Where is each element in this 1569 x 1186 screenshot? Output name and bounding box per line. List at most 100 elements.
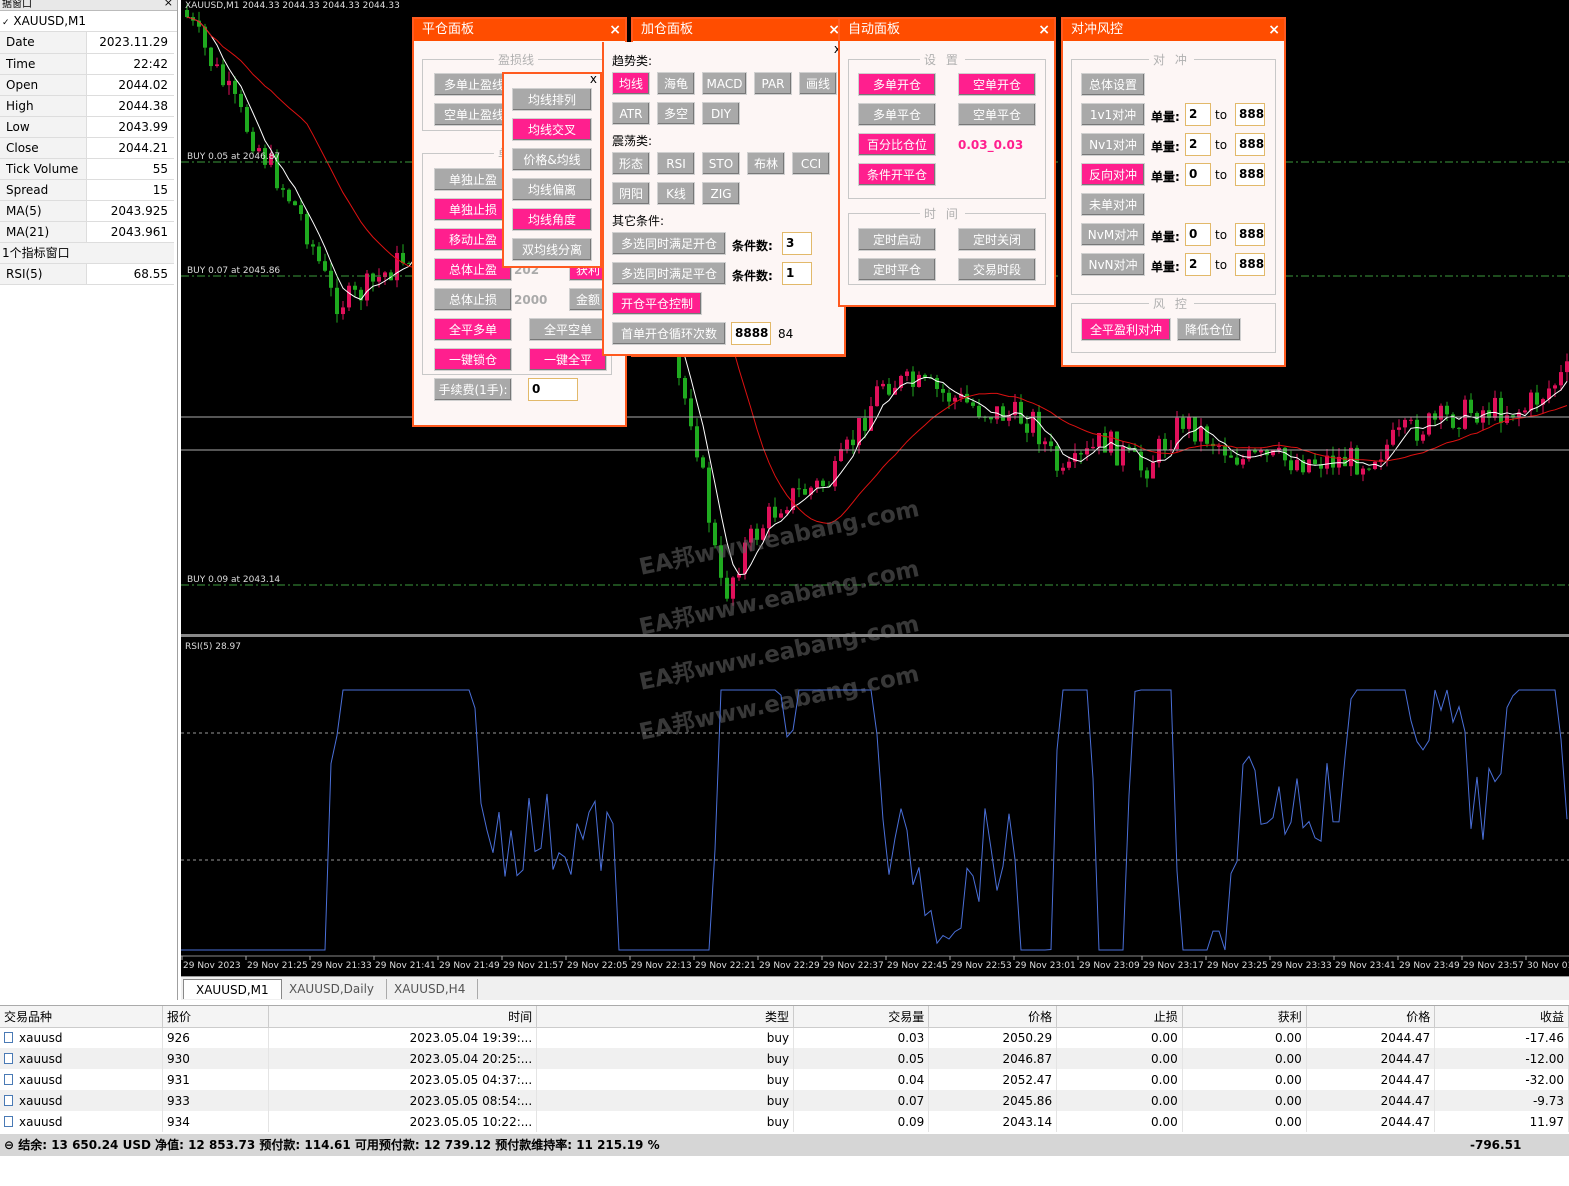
close-icon[interactable]: x <box>590 72 597 86</box>
position-row[interactable]: xauusd 933 2023.05.05 08:54:... buy 0.07 2045… <box>0 1090 1569 1111</box>
osc-yinyang-button[interactable]: 阴阳 <box>612 182 650 205</box>
osc-rsi-button[interactable]: RSI <box>657 152 695 175</box>
data-window-title-bar[interactable]: 据窗口 × <box>0 0 177 11</box>
osc-kline-button[interactable]: K线 <box>657 182 695 205</box>
qty-input[interactable]: 0 <box>1185 223 1211 246</box>
qty-input[interactable]: 2 <box>1185 253 1211 276</box>
price-ma-button[interactable]: 价格&均线 <box>512 148 592 171</box>
to-input[interactable]: 888 <box>1235 223 1265 246</box>
hedge-mode-button[interactable]: NvN对冲 <box>1081 253 1145 276</box>
tab-xauusd-m1[interactable]: XAUUSD,M1 <box>183 979 282 999</box>
to-input[interactable]: 888 <box>1235 103 1265 126</box>
hedge-mode-button[interactable]: NvM对冲 <box>1081 223 1145 246</box>
close-panel-header[interactable]: 平仓面板 × <box>414 19 625 41</box>
osc-bollinger-button[interactable]: 布林 <box>747 152 785 175</box>
column-header[interactable]: 价格 <box>1306 1006 1436 1028</box>
close-icon[interactable]: × <box>609 19 621 41</box>
total-sl-button[interactable]: 总体止损 <box>434 288 512 311</box>
column-header[interactable]: 时间 <box>268 1006 538 1028</box>
auto-short-close-button[interactable]: 空单平仓 <box>958 103 1036 126</box>
trend-atr-button[interactable]: ATR <box>612 102 650 125</box>
reduce-position-button[interactable]: 降低仓位 <box>1177 318 1241 341</box>
column-header[interactable]: 交易品种 <box>0 1006 164 1028</box>
hedge-mode-button[interactable]: 1v1对冲 <box>1081 103 1145 126</box>
auto-long-close-button[interactable]: 多单平仓 <box>858 103 936 126</box>
trend-ma-button[interactable]: 均线 <box>612 72 650 95</box>
ma-cross-button[interactable]: 均线交叉 <box>512 118 592 141</box>
column-header[interactable]: 类型 <box>536 1006 795 1028</box>
total-sl-value[interactable]: 2000 <box>514 293 547 307</box>
timed-shutdown-button[interactable]: 定时关闭 <box>958 228 1036 251</box>
trading-session-button[interactable]: 交易时段 <box>958 258 1036 281</box>
trend-turtle-button[interactable]: 海龟 <box>657 72 695 95</box>
trend-macd-button[interactable]: MACD <box>702 72 747 95</box>
auto-long-open-button[interactable]: 多单开仓 <box>858 73 936 96</box>
timed-close-button[interactable]: 定时平仓 <box>858 258 936 281</box>
column-header[interactable]: 交易量 <box>793 1006 930 1028</box>
fee-label-button[interactable]: 手续费(1手): <box>434 378 512 401</box>
column-header[interactable]: 报价 <box>162 1006 270 1028</box>
hedge-panel-header[interactable]: 对冲风控 × <box>1063 19 1284 41</box>
percent-position-button[interactable]: 百分比仓位 <box>858 133 936 156</box>
close-profit-hedge-button[interactable]: 全平盈利对冲 <box>1081 318 1171 341</box>
dual-ma-separation-button[interactable]: 双均线分离 <box>512 238 592 261</box>
close-all-button[interactable]: 一键全平 <box>529 348 607 371</box>
osc-pattern-button[interactable]: 形态 <box>612 152 650 175</box>
open-close-control-button[interactable]: 开仓平仓控制 <box>612 292 702 315</box>
position-row[interactable]: xauusd 930 2023.05.04 20:25:... buy 0.05 2046… <box>0 1048 1569 1069</box>
to-input[interactable]: 888 <box>1235 253 1265 276</box>
first-order-loop-button[interactable]: 首单开仓循环次数 <box>612 322 726 345</box>
single-tp-button[interactable]: 单独止盈 <box>434 168 512 191</box>
data-row-key: MA(21) <box>0 221 87 243</box>
osc-zig-button[interactable]: ZIG <box>702 182 740 205</box>
position-row[interactable]: xauusd 931 2023.05.05 04:37:... buy 0.04 2052… <box>0 1069 1569 1090</box>
column-header[interactable]: 获利 <box>1182 1006 1307 1028</box>
auto-panel-header[interactable]: 自动面板 × <box>840 19 1054 41</box>
ma-angle-button[interactable]: 均线角度 <box>512 208 592 231</box>
to-input[interactable]: 888 <box>1235 133 1265 156</box>
unhedged-button[interactable]: 未单对冲 <box>1081 193 1145 216</box>
trend-diy-button[interactable]: DIY <box>702 102 740 125</box>
cond-close-input[interactable]: 1 <box>782 262 812 285</box>
osc-cci-button[interactable]: CCI <box>792 152 830 175</box>
osc-sto-button[interactable]: STO <box>702 152 740 175</box>
chevron-down-icon[interactable]: ✓ <box>2 18 10 28</box>
trend-longshort-button[interactable]: 多空 <box>657 102 695 125</box>
tab-xauusd-daily[interactable]: XAUUSD,Daily <box>277 979 388 999</box>
conditional-open-button[interactable]: 条件开平仓 <box>858 163 936 186</box>
trend-drawline-button[interactable]: 画线 <box>799 72 837 95</box>
fee-input[interactable]: 0 <box>528 378 578 401</box>
trailing-tp-button[interactable]: 移动止盈 <box>434 228 512 251</box>
add-panel-header[interactable]: 加仓面板 × <box>633 19 844 41</box>
qty-input[interactable]: 0 <box>1185 163 1211 186</box>
multi-close-button[interactable]: 多选同时满足平仓 <box>612 262 726 285</box>
close-icon[interactable]: × <box>1268 19 1280 41</box>
timed-start-button[interactable]: 定时启动 <box>858 228 936 251</box>
close-icon[interactable]: × <box>164 0 173 8</box>
auto-short-open-button[interactable]: 空单开仓 <box>958 73 1036 96</box>
hedge-mode-button[interactable]: 反向对冲 <box>1081 163 1145 186</box>
column-header[interactable]: 止损 <box>1056 1006 1183 1028</box>
multi-open-button[interactable]: 多选同时满足开仓 <box>612 232 726 255</box>
ma-deviation-button[interactable]: 均线偏离 <box>512 178 592 201</box>
position-row[interactable]: xauusd 926 2023.05.04 19:39:... buy 0.03 2050… <box>0 1027 1569 1048</box>
trend-par-button[interactable]: PAR <box>754 72 792 95</box>
close-icon[interactable]: × <box>1038 19 1050 41</box>
to-input[interactable]: 888 <box>1235 163 1265 186</box>
tab-xauusd-h4[interactable]: XAUUSD,H4 <box>382 979 479 999</box>
column-header[interactable]: 价格 <box>928 1006 1058 1028</box>
total-tp-button[interactable]: 总体止盈 <box>434 258 512 281</box>
position-row[interactable]: xauusd 934 2023.05.05 10:22:... buy 0.09 2043… <box>0 1111 1569 1132</box>
close-all-long-button[interactable]: 全平多单 <box>434 318 512 341</box>
single-sl-button[interactable]: 单独止损 <box>434 198 512 221</box>
cond-open-input[interactable]: 3 <box>782 232 812 255</box>
hedge-mode-button[interactable]: Nv1对冲 <box>1081 133 1145 156</box>
ma-alignment-button[interactable]: 均线排列 <box>512 88 592 111</box>
column-header[interactable]: 收益 <box>1434 1006 1569 1028</box>
lock-position-button[interactable]: 一键锁仓 <box>434 348 512 371</box>
qty-input[interactable]: 2 <box>1185 133 1211 156</box>
overall-settings-button[interactable]: 总体设置 <box>1081 73 1145 96</box>
loop-count-input[interactable]: 8888 <box>731 322 771 345</box>
close-all-short-button[interactable]: 全平空单 <box>529 318 607 341</box>
qty-input[interactable]: 2 <box>1185 103 1211 126</box>
